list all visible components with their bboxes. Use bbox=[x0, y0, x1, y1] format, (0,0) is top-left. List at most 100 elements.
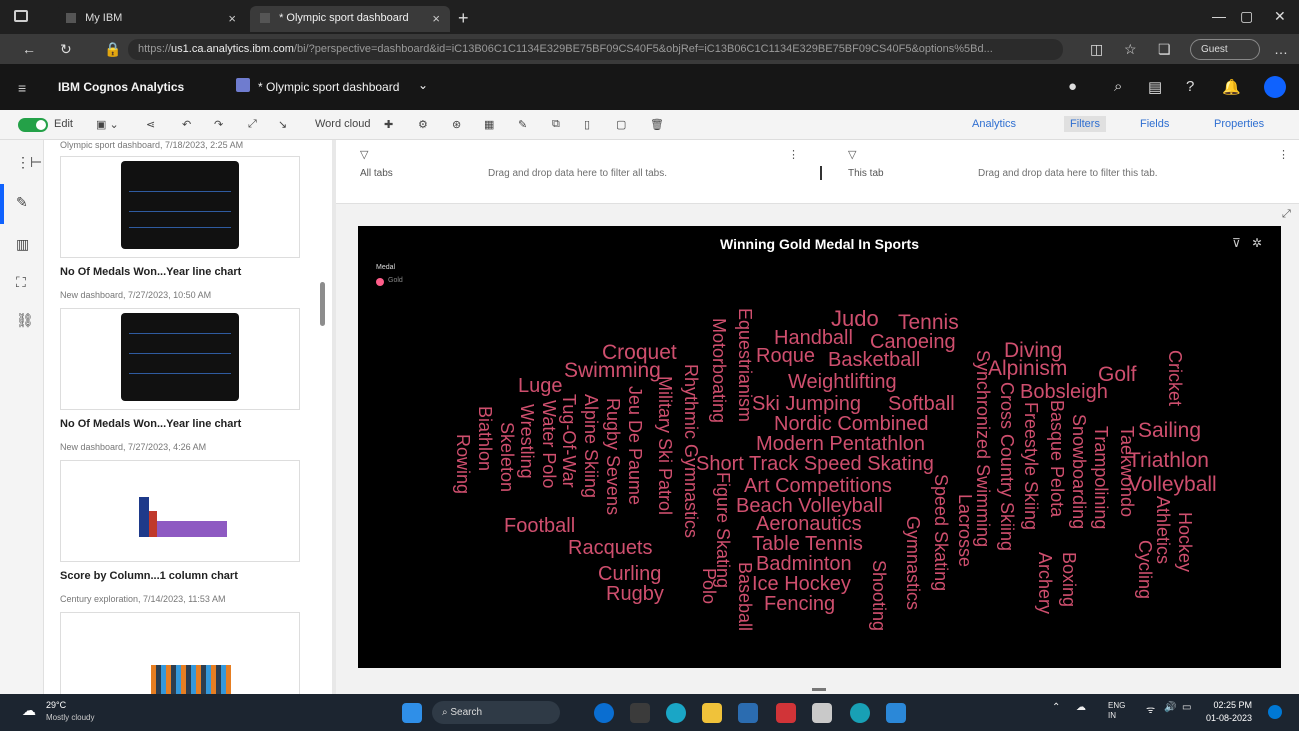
more-icon[interactable]: … bbox=[1274, 41, 1288, 57]
word-cloud-word[interactable]: Volleyball bbox=[1128, 474, 1217, 495]
browser-tab-myibm[interactable]: My IBM × bbox=[56, 6, 246, 32]
word-cloud-word[interactable]: Motorboating bbox=[709, 318, 729, 423]
messages-icon[interactable]: ▤ bbox=[1148, 78, 1162, 96]
edge-dev-icon[interactable] bbox=[850, 703, 870, 723]
grid-icon[interactable]: ▦ bbox=[484, 118, 494, 131]
word-cloud-word[interactable]: Snowboarding bbox=[1069, 414, 1089, 529]
word-cloud-word[interactable]: Aeronautics bbox=[756, 514, 862, 534]
word-cloud-word[interactable]: Wrestling bbox=[517, 404, 537, 479]
chevron-down-icon[interactable]: ⌄ bbox=[418, 78, 428, 92]
word-cloud-word[interactable]: Polo bbox=[699, 568, 719, 604]
collections-icon[interactable]: ❏ bbox=[1158, 41, 1171, 58]
url-field[interactable]: https://us1.ca.analytics.ibm.com/bi/?per… bbox=[128, 39, 1063, 60]
word-cloud-word[interactable]: Cricket bbox=[1165, 350, 1185, 406]
refresh-icon[interactable]: ↻ bbox=[60, 41, 72, 58]
expand-icon[interactable]: ⤢ bbox=[248, 118, 257, 131]
word-cloud-word[interactable]: Rugby Sevens bbox=[603, 398, 623, 515]
new-tab-icon[interactable]: + bbox=[458, 8, 469, 29]
panel-scrollbar[interactable] bbox=[320, 282, 325, 326]
filter-icon[interactable]: ⊽ bbox=[1232, 236, 1241, 250]
word-cloud-word[interactable]: Tennis bbox=[898, 312, 959, 333]
back-icon[interactable]: ← bbox=[22, 41, 36, 57]
word-cloud-word[interactable]: Biathlon bbox=[475, 406, 495, 471]
battery-icon[interactable]: ▭ bbox=[1182, 702, 1191, 713]
word-cloud-word[interactable]: Rugby bbox=[606, 584, 664, 604]
close-window-icon[interactable]: ✕ bbox=[1274, 8, 1286, 25]
word-cloud-word[interactable]: Rowing bbox=[453, 434, 473, 494]
fields-tab[interactable]: Fields bbox=[1140, 118, 1169, 130]
pointer-icon[interactable]: ↘ bbox=[278, 118, 287, 131]
word-cloud-word[interactable]: Table Tennis bbox=[752, 534, 863, 554]
minimize-icon[interactable]: — bbox=[1212, 8, 1226, 24]
word-cloud-word[interactable]: Football bbox=[504, 516, 575, 536]
word-cloud-word[interactable]: Luge bbox=[518, 376, 563, 396]
search-icon[interactable]: ⌕ bbox=[1114, 78, 1122, 95]
card-title[interactable]: No Of Medals Won...Year line chart bbox=[60, 418, 241, 430]
fields-add-icon[interactable]: ✚ bbox=[384, 118, 393, 131]
word-cloud-word[interactable]: Alpinism bbox=[988, 358, 1067, 379]
tray-chevron-icon[interactable]: ⌃ bbox=[1052, 702, 1060, 713]
notifications-icon[interactable]: 🔔 bbox=[1222, 78, 1241, 96]
word-cloud-word[interactable]: Triathlon bbox=[1128, 450, 1209, 471]
word-cloud-word[interactable]: Gymnastics bbox=[903, 516, 923, 610]
word-cloud-word[interactable]: Cross Country Skiing bbox=[997, 382, 1017, 551]
word-cloud-word[interactable]: Hockey bbox=[1175, 512, 1195, 572]
more-options-icon[interactable]: ⋮ bbox=[1278, 148, 1289, 161]
vscode-icon[interactable] bbox=[886, 703, 906, 723]
app-icon[interactable] bbox=[812, 703, 832, 723]
word-cloud-word[interactable]: Water Polo bbox=[539, 400, 559, 488]
word-cloud-word[interactable]: Equestrianism bbox=[735, 308, 755, 422]
profile-button[interactable]: Guest bbox=[1190, 39, 1260, 60]
copy-icon[interactable]: ⧉ bbox=[552, 118, 560, 131]
word-cloud-word[interactable]: Basketball bbox=[828, 350, 920, 370]
close-tab-icon[interactable]: × bbox=[228, 11, 236, 26]
word-cloud-word[interactable]: Curling bbox=[598, 564, 661, 584]
tray-app-icon[interactable]: ☁ bbox=[1076, 702, 1086, 713]
all-tabs-filter-drop[interactable]: ▽ All tabs Drag and drop data here to fi… bbox=[336, 140, 820, 204]
assistant-icon[interactable]: ● bbox=[1068, 78, 1077, 95]
word-cloud-word[interactable]: Modern Pentathlon bbox=[756, 434, 925, 454]
this-tab-filter-drop[interactable]: ▽ This tab Drag and drop data here to fi… bbox=[824, 140, 1299, 204]
office-icon[interactable] bbox=[776, 703, 796, 723]
word-cloud-word[interactable]: Ice Hockey bbox=[752, 574, 851, 594]
word-cloud-word[interactable]: Nordic Combined bbox=[774, 414, 929, 434]
word-cloud-widget[interactable]: Winning Gold Medal In Sports ⊽ ✲ Medal G… bbox=[358, 226, 1281, 668]
word-cloud-word[interactable]: Alpine Skiing bbox=[581, 394, 601, 498]
word-cloud-word[interactable]: Ski Jumping bbox=[752, 394, 861, 414]
word-cloud-word[interactable]: Softball bbox=[888, 394, 955, 414]
word-cloud-word[interactable]: Baseball bbox=[735, 562, 755, 631]
settings-icon[interactable]: ✲ bbox=[1252, 236, 1262, 250]
more-options-icon[interactable]: ⋮ bbox=[788, 148, 799, 161]
word-cloud-word[interactable]: Tug-Of-War bbox=[559, 394, 579, 488]
word-cloud-word[interactable]: Trampolining bbox=[1091, 426, 1111, 529]
word-cloud-word[interactable]: Rhythmic Gymnastics bbox=[681, 364, 701, 538]
hamburger-icon[interactable]: ≡ bbox=[18, 80, 26, 96]
word-cloud-word[interactable]: Lacrosse bbox=[955, 494, 975, 567]
widgets-icon[interactable]: ⛶ bbox=[16, 274, 26, 291]
file-explorer-icon[interactable] bbox=[702, 703, 722, 723]
card-thumbnail[interactable] bbox=[60, 612, 300, 694]
dashboard-title[interactable]: * Olympic sport dashboard bbox=[258, 80, 399, 94]
start-icon[interactable] bbox=[402, 703, 422, 723]
word-cloud-word[interactable]: Athletics bbox=[1153, 496, 1173, 564]
wifi-icon[interactable]: ᯤ bbox=[1146, 702, 1155, 716]
word-cloud-word[interactable]: Badminton bbox=[756, 554, 852, 574]
save-icon[interactable]: ▣ ⌄ bbox=[96, 118, 119, 131]
word-cloud-word[interactable]: Art Competitions bbox=[744, 476, 892, 496]
filter-icon[interactable]: ⊛ bbox=[452, 118, 461, 131]
word-cloud-word[interactable]: Bobsleigh bbox=[1020, 382, 1108, 402]
volume-icon[interactable]: 🔊 bbox=[1164, 702, 1176, 713]
format-icon[interactable]: ▯ bbox=[584, 118, 590, 131]
word-cloud-word[interactable]: Synchronized Swimming bbox=[973, 350, 993, 547]
resize-handle[interactable] bbox=[812, 688, 826, 691]
card-thumbnail[interactable] bbox=[60, 460, 300, 562]
maximize-icon[interactable]: ▢ bbox=[1240, 8, 1253, 25]
language-indicator[interactable]: ENG IN bbox=[1108, 701, 1125, 721]
notification-center-icon[interactable] bbox=[1268, 705, 1282, 719]
delete-icon[interactable]: 🗑 bbox=[650, 118, 664, 131]
card-title[interactable]: Score by Column...1 column chart bbox=[60, 570, 238, 582]
edit-toggle[interactable] bbox=[18, 118, 48, 132]
word-cloud-word[interactable]: Fencing bbox=[764, 594, 835, 614]
user-avatar[interactable] bbox=[1264, 76, 1286, 98]
word-cloud-word[interactable]: Taekwondo bbox=[1117, 426, 1137, 517]
